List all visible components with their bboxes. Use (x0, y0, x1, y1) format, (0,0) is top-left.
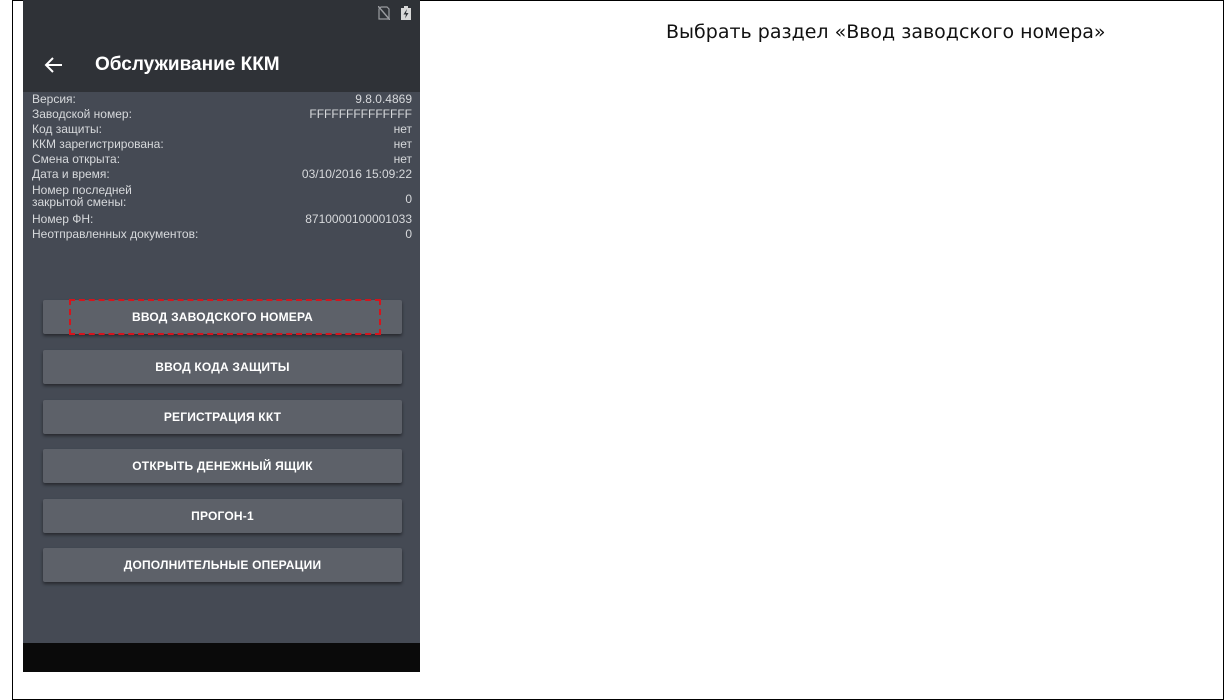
test-run-button[interactable]: ПРОГОН-1 (43, 499, 402, 533)
info-value: нет (393, 152, 412, 166)
navigation-bar (23, 643, 420, 672)
phone-screen: Обслуживание ККМ Версия: 9.8.0.4869 Заво… (23, 0, 420, 672)
info-label: Смена открыта: (32, 152, 121, 166)
info-value: 03/10/2016 15:09:22 (301, 167, 412, 181)
info-label: Номер ФН: (32, 212, 94, 226)
enter-protection-code-button[interactable]: ВВОД КОДА ЗАЩИТЫ (43, 350, 402, 384)
battery-charging-icon (401, 6, 411, 20)
info-value: FFFFFFFFFFFFFF (309, 107, 412, 121)
instruction-text: Выбрать раздел «Ввод заводского номера» (666, 21, 1106, 43)
info-row-registered: ККМ зарегистрирована: нет (23, 137, 420, 152)
additional-operations-button[interactable]: ДОПОЛНИТЕЛЬНЫЕ ОПЕРАЦИИ (43, 548, 402, 582)
status-bar (23, 0, 420, 40)
info-value: 8710000100001033 (305, 212, 412, 226)
open-cash-drawer-button[interactable]: ОТКРЫТЬ ДЕНЕЖНЫЙ ЯЩИК (43, 449, 402, 483)
info-row-protection-code: Код защиты: нет (23, 122, 420, 137)
arrow-left-icon[interactable] (41, 52, 67, 78)
info-label: Дата и время: (32, 167, 110, 181)
device-info-list: Версия: 9.8.0.4869 Заводской номер: FFFF… (23, 92, 420, 242)
info-row-fn-number: Номер ФН: 8710000100001033 (23, 212, 420, 227)
info-label: Неотправленных документов: (32, 227, 199, 241)
info-row-datetime: Дата и время: 03/10/2016 15:09:22 (23, 167, 420, 182)
info-row-unsent-documents: Неотправленных документов: 0 (23, 227, 420, 242)
info-value: нет (393, 137, 412, 151)
app-title: Обслуживание ККМ (95, 54, 280, 75)
info-value: 0 (405, 192, 412, 206)
kkt-registration-button[interactable]: РЕГИСТРАЦИЯ ККТ (43, 400, 402, 434)
instruction-cell: Выбрать раздел «Ввод заводского номера» (652, 0, 1224, 700)
info-row-shift-open: Смена открыта: нет (23, 152, 420, 167)
info-label: Номер последней закрытой смены: (32, 183, 132, 209)
info-label: Код защиты: (32, 122, 102, 136)
info-value: 0 (405, 227, 412, 241)
info-value: 9.8.0.4869 (355, 92, 412, 106)
info-label: Версия: (32, 92, 76, 106)
info-row-version: Версия: 9.8.0.4869 (23, 92, 420, 107)
info-row-serial-number: Заводской номер: FFFFFFFFFFFFFF (23, 107, 420, 122)
info-row-last-closed-shift: Номер последней закрытой смены: 0 (23, 182, 420, 212)
no-sim-icon (378, 6, 390, 20)
instruction-table: Выбрать раздел «Ввод заводского номера» … (0, 0, 1224, 700)
enter-serial-number-button[interactable]: ВВОД ЗАВОДСКОГО НОМЕРА (43, 300, 402, 334)
app-bar: Обслуживание ККМ (23, 40, 420, 92)
info-label: ККМ зарегистрирована: (32, 137, 164, 151)
info-label: Заводской номер: (32, 107, 132, 121)
info-value: нет (393, 122, 412, 136)
